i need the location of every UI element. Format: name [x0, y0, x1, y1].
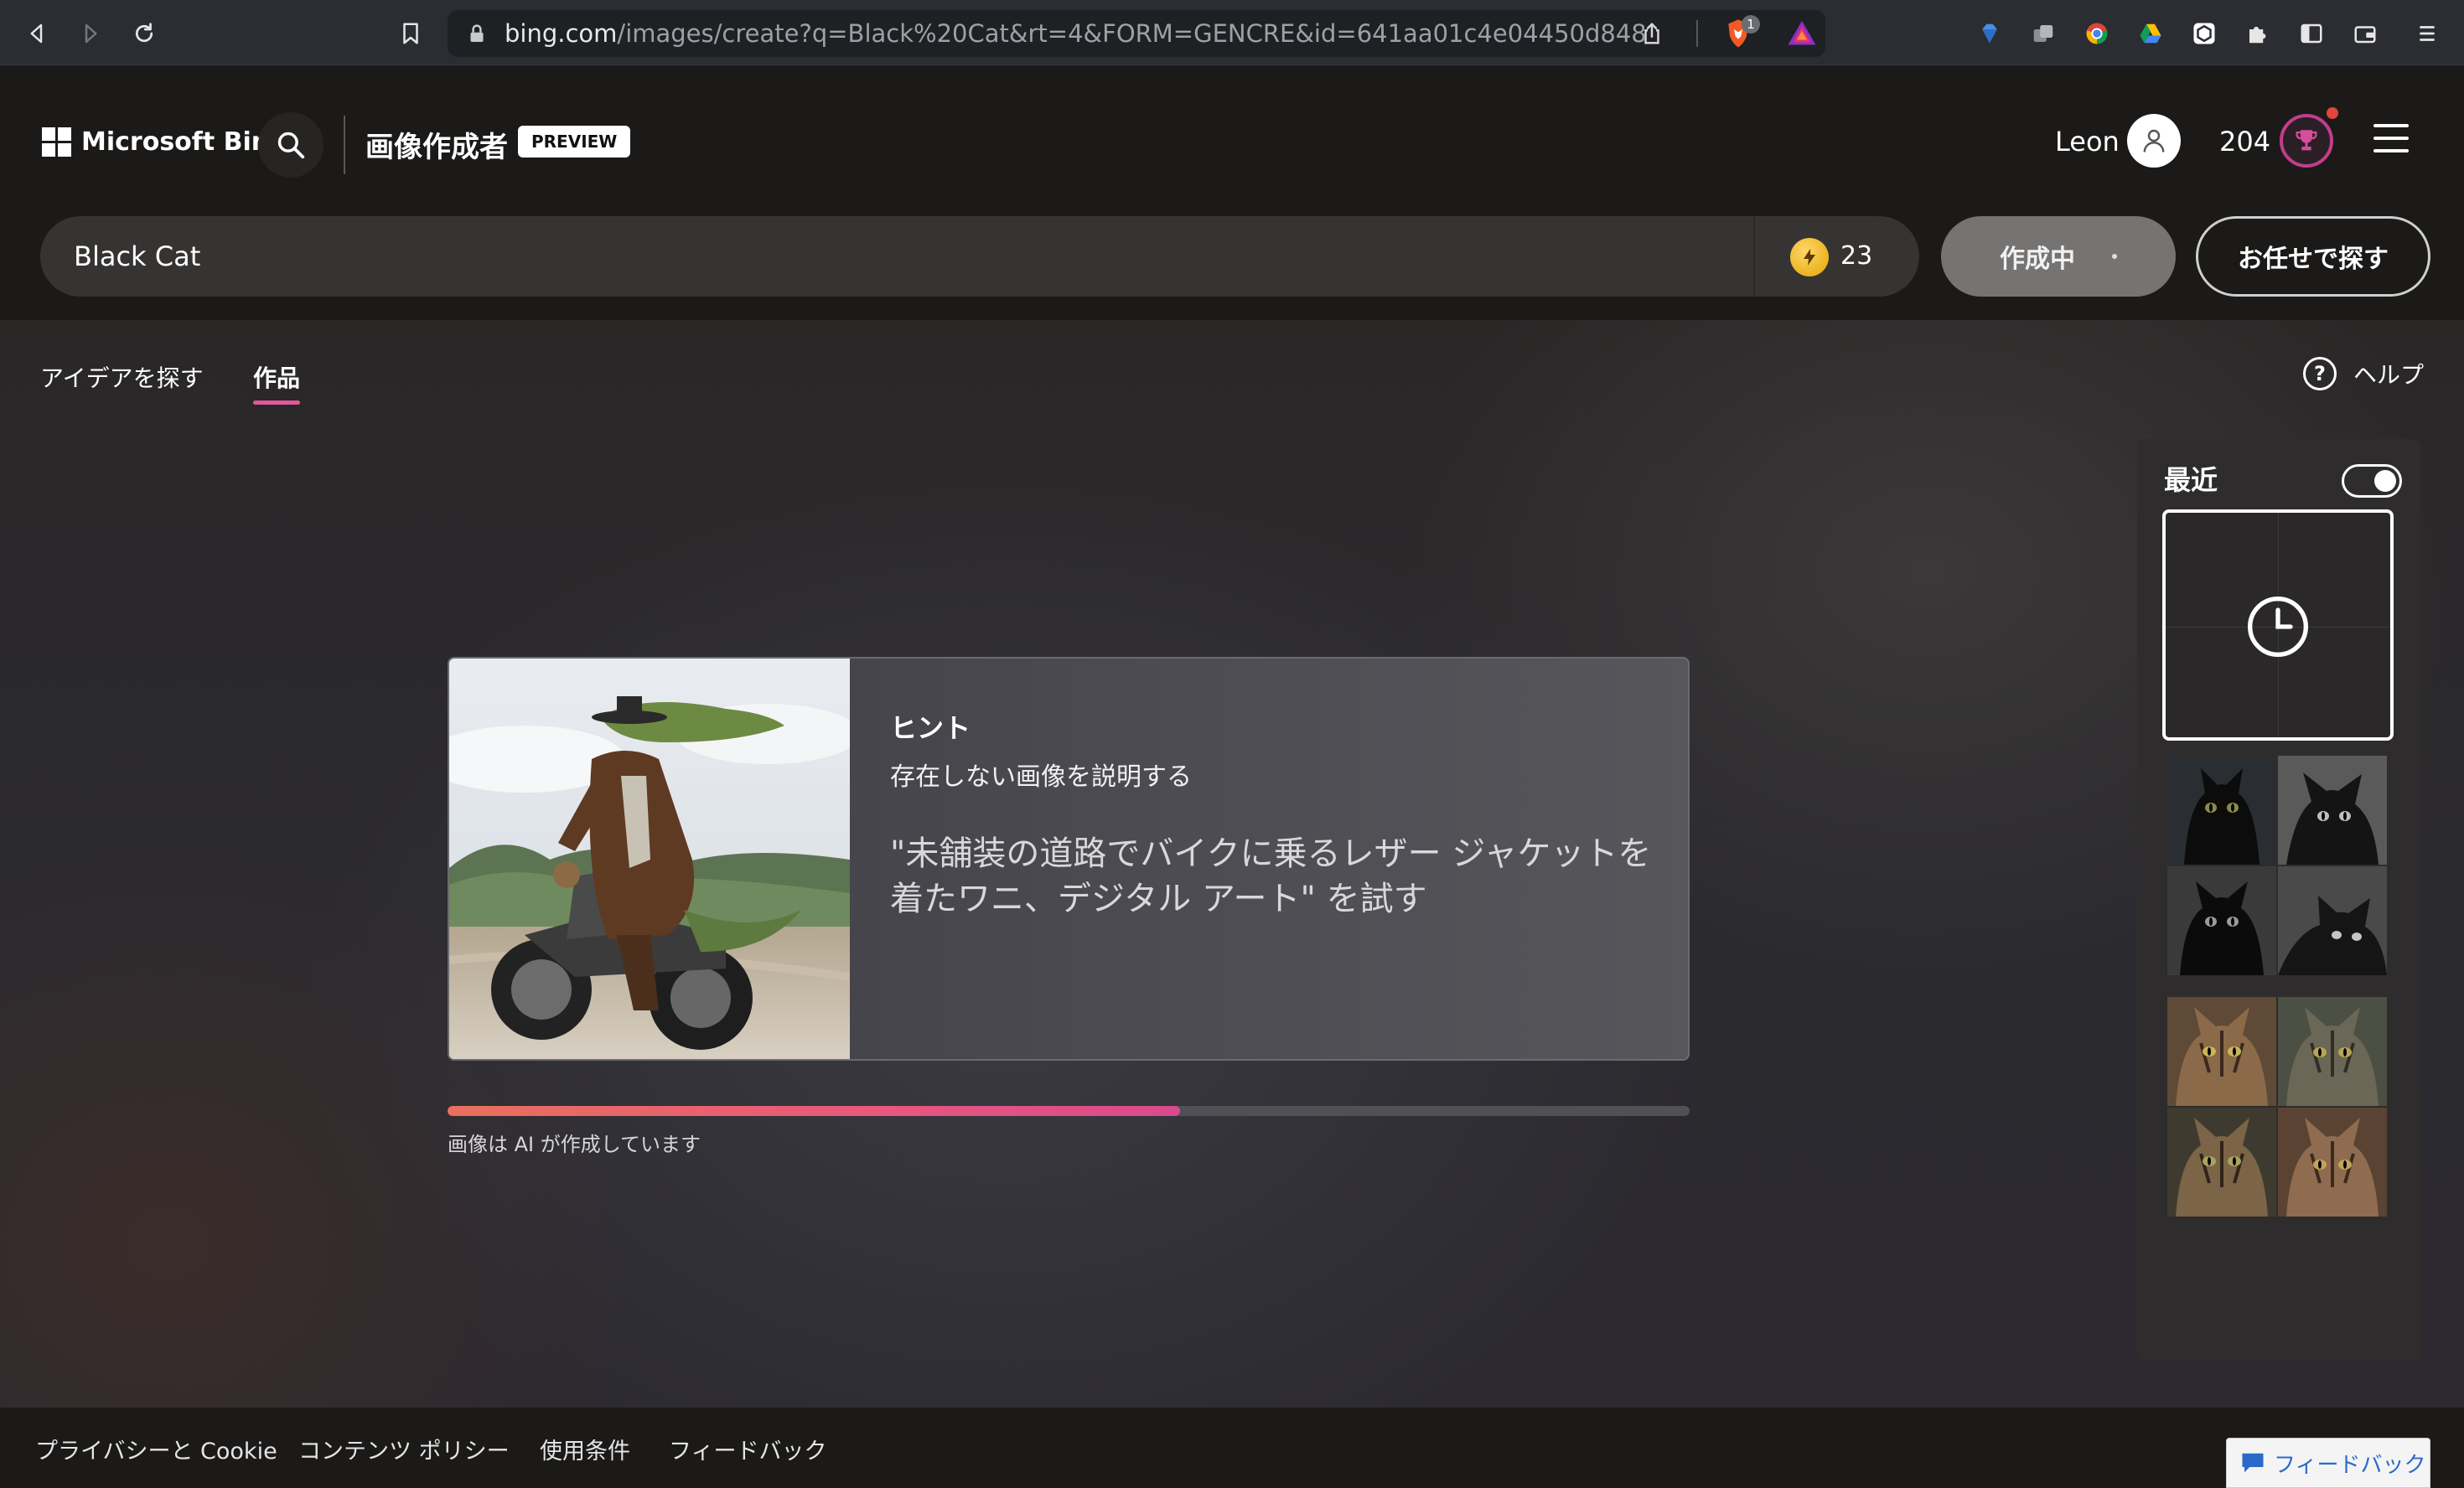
- browser-menu-icon[interactable]: [2409, 15, 2446, 52]
- preview-badge: PREVIEW: [518, 126, 631, 158]
- lock-icon: [470, 24, 484, 42]
- share-icon[interactable]: [1639, 21, 1664, 46]
- create-button[interactable]: 作成中: [1941, 216, 2176, 297]
- trophy-icon: [2296, 130, 2317, 151]
- feedback-button[interactable]: フィードバック: [2226, 1438, 2430, 1488]
- rewards-points[interactable]: 204: [2219, 126, 2270, 158]
- rewards-trophy-button[interactable]: [2280, 114, 2333, 168]
- generation-progress-bar: [448, 1106, 1690, 1116]
- footer-link-privacy[interactable]: プライバシーと Cookie: [35, 1433, 277, 1465]
- wallet-icon[interactable]: [2347, 15, 2384, 52]
- recent-creation-tabby-cat[interactable]: [2167, 997, 2387, 1217]
- header-divider: [344, 116, 345, 174]
- footer-link-feedback[interactable]: フィードバック: [669, 1433, 826, 1465]
- google-drive-icon[interactable]: [2132, 15, 2169, 52]
- microsoft-bing-logo[interactable]: Microsoft Bing: [42, 127, 287, 157]
- recent-thumbnail[interactable]: [2278, 1108, 2387, 1217]
- prompt-box: 23: [40, 216, 1919, 297]
- recent-title: 最近: [2164, 464, 2218, 496]
- recent-toggle[interactable]: [2342, 464, 2402, 498]
- clock-icon: [2248, 597, 2308, 657]
- footer-link-terms[interactable]: 使用条件: [540, 1433, 630, 1465]
- search-button[interactable]: [258, 112, 324, 178]
- chat-bubble-icon: [2242, 1453, 2264, 1473]
- active-tab-indicator: [253, 400, 300, 405]
- bing-header: Microsoft Bing 画像作成者 PREVIEW Leon 204 23…: [0, 65, 2464, 320]
- create-button-label: 作成中: [2000, 245, 2075, 274]
- chrome-web-icon[interactable]: [2078, 15, 2115, 52]
- help-label: ヘルプ: [2353, 361, 2425, 389]
- bookmark-icon[interactable]: [392, 15, 429, 52]
- recent-thumbnail[interactable]: [2167, 1108, 2276, 1217]
- back-icon[interactable]: [18, 15, 55, 52]
- hint-subtitle: 存在しない画像を説明する: [890, 762, 1192, 792]
- browser-toolbar: bing.com/images/create?q=Black%20Cat&rt=…: [0, 0, 2464, 65]
- forward-icon[interactable]: [72, 15, 109, 52]
- search-icon: [277, 132, 305, 159]
- urlbar-divider: [1696, 20, 1698, 47]
- recent-thumbnail[interactable]: [2278, 997, 2387, 1106]
- app-title[interactable]: 画像作成者: [365, 124, 508, 165]
- hint-example-image: [449, 659, 850, 1059]
- shields-count-badge: 1: [1742, 15, 1760, 34]
- recent-thumbnail[interactable]: [2278, 756, 2387, 865]
- footer: プライバシーと Cookie コンテンツ ポリシー 使用条件 フィードバック フ…: [0, 1408, 2464, 1488]
- reload-icon[interactable]: [126, 15, 163, 52]
- windows-logo-icon: [42, 127, 71, 157]
- recent-panel: 最近: [2137, 439, 2420, 1361]
- main-content: アイデアを探す 作品 ? ヘルプ ヒント 存在しない画像を説明する "未舗装の道…: [0, 320, 2464, 1408]
- pending-creation[interactable]: [2162, 509, 2394, 741]
- boost-count: 23: [1840, 241, 1873, 271]
- tab-creations[interactable]: 作品: [253, 360, 300, 394]
- help-link[interactable]: ? ヘルプ: [2303, 357, 2424, 390]
- footer-link-content-policy[interactable]: コンテンツ ポリシー: [298, 1433, 510, 1465]
- recent-thumbnail[interactable]: [2167, 997, 2276, 1106]
- brand-name: Microsoft Bing: [81, 127, 287, 157]
- hamburger-menu-icon[interactable]: [2373, 124, 2415, 158]
- extensions-puzzle-icon[interactable]: [2239, 15, 2276, 52]
- url-text[interactable]: bing.com/images/create?q=Black%20Cat&rt=…: [505, 19, 1644, 48]
- recent-thumbnail[interactable]: [2167, 756, 2276, 865]
- recent-thumbnail[interactable]: [2167, 866, 2276, 975]
- feedback-button-label: フィードバック: [2274, 1452, 2426, 1478]
- surprise-me-button[interactable]: お任せで探す: [2196, 216, 2430, 297]
- url-host: bing.com: [505, 19, 618, 48]
- brave-rewards-icon[interactable]: [1787, 18, 1817, 49]
- cube-extension-icon[interactable]: [2186, 15, 2223, 52]
- gem-extension-icon[interactable]: [1971, 15, 2008, 52]
- hint-title: ヒント: [890, 712, 971, 744]
- loading-dot: [2112, 254, 2117, 259]
- notification-dot: [2327, 107, 2338, 119]
- tab-explore-ideas[interactable]: アイデアを探す: [40, 360, 204, 394]
- boost-icon[interactable]: [1790, 238, 1829, 276]
- sidebar-icon[interactable]: [2293, 15, 2330, 52]
- recent-creation-black-cat[interactable]: [2167, 756, 2387, 975]
- url-path: /images/create?q=Black%20Cat&rt=4&FORM=G…: [617, 19, 1644, 48]
- progress-fill: [448, 1106, 1181, 1116]
- cards-extension-icon[interactable]: [2025, 15, 2062, 52]
- boost-divider: [1753, 216, 1755, 297]
- hint-card[interactable]: ヒント 存在しない画像を説明する "未舗装の道路でバイクに乗るレザー ジャケット…: [448, 657, 1690, 1061]
- toggle-knob: [2374, 470, 2396, 492]
- address-bar[interactable]: bing.com/images/create?q=Black%20Cat&rt=…: [448, 10, 1825, 57]
- progress-label: 画像は AI が作成しています: [448, 1133, 701, 1156]
- help-icon: ?: [2303, 357, 2337, 390]
- prompt-input[interactable]: [74, 235, 1834, 278]
- avatar[interactable]: [2127, 114, 2181, 168]
- hint-example-prompt[interactable]: "未舗装の道路でバイクに乗るレザー ジャケットを着たワニ、デジタル アート" を…: [890, 831, 1653, 922]
- user-name[interactable]: Leon: [2055, 126, 2120, 158]
- recent-thumbnail[interactable]: [2278, 866, 2387, 975]
- person-icon: [2143, 129, 2165, 152]
